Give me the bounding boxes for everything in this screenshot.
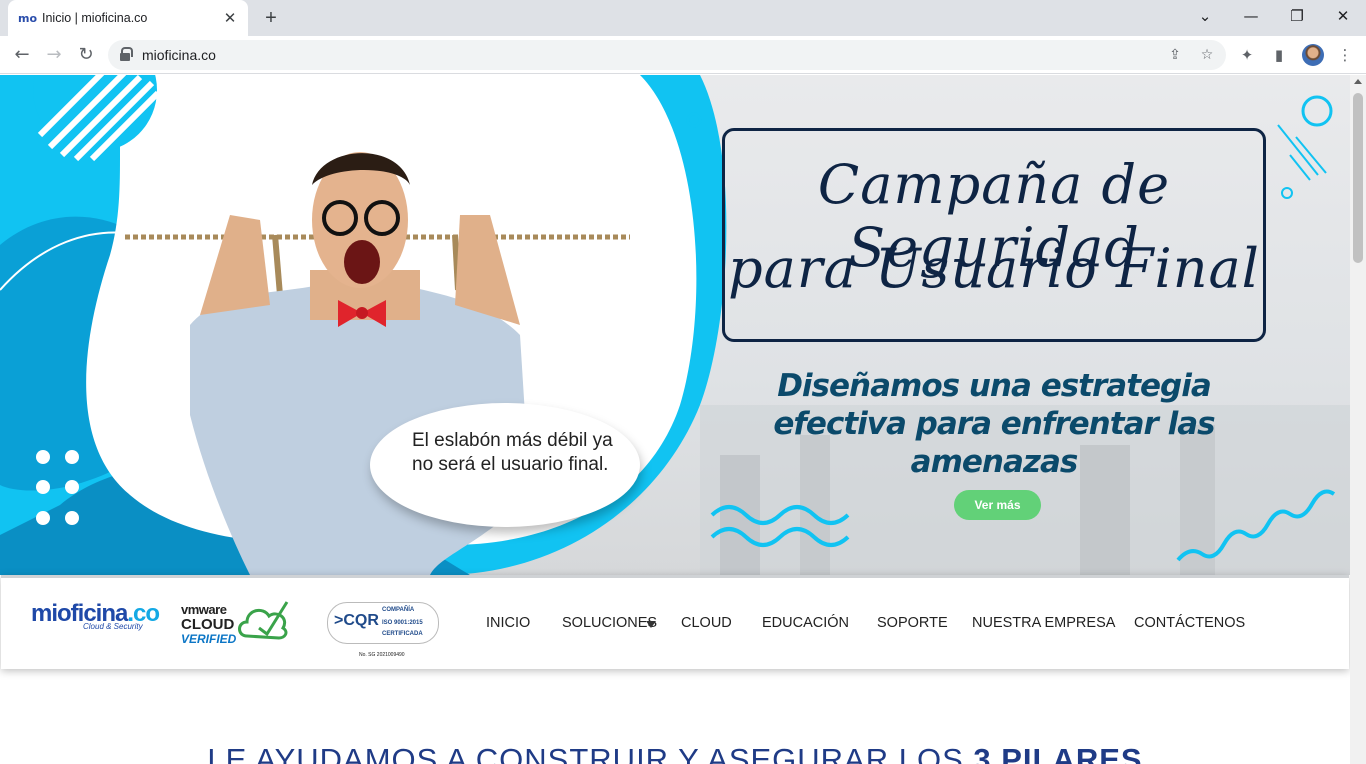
cqr-line3: CERTIFICADA xyxy=(382,631,423,637)
browser-toolbar: ← → ↻ mioficina.co ⇪ ☆ ✦ ▮ ⋮ xyxy=(0,36,1366,74)
nav-item-cloud[interactable]: CLOUD xyxy=(681,615,732,631)
vmware-verified-text: VERIFIED xyxy=(181,632,237,646)
campaign-title-box: Campaña de Seguridad para Usuario Final xyxy=(722,128,1266,342)
nav-item-soluciones[interactable]: SOLUCIONES xyxy=(562,615,657,631)
cqr-logo-text: >CQR xyxy=(334,612,379,629)
minimize-button[interactable]: — xyxy=(1228,0,1274,32)
restore-button[interactable]: ❐ xyxy=(1274,0,1320,32)
ver-mas-button[interactable]: Ver más xyxy=(954,490,1041,520)
cqr-iso-badge: >CQR COMPAÑÍA ISO 9001:2015 CERTIFICADA xyxy=(327,602,439,644)
browser-tab[interactable]: mo Inicio | mioficina.co ✕ xyxy=(8,0,248,36)
tab-close-icon[interactable]: ✕ xyxy=(222,9,238,27)
section-title: LE AYUDAMOS A CONSTRUIR Y ASEGURAR LOS 3… xyxy=(0,742,1350,764)
page-scrollbar[interactable] xyxy=(1350,75,1366,764)
bookmark-star-icon[interactable]: ☆ xyxy=(1196,44,1218,66)
close-window-button[interactable]: ✕ xyxy=(1320,0,1366,32)
lock-icon[interactable] xyxy=(120,47,133,61)
nav-item-contactenos[interactable]: CONTÁCTENOS xyxy=(1134,615,1245,631)
browser-tab-strip: mo Inicio | mioficina.co ✕ + ⌄ — ❐ ✕ xyxy=(0,0,1366,36)
tab-title: Inicio | mioficina.co xyxy=(42,11,148,25)
logo-tagline: Cloud & Security xyxy=(83,622,143,631)
cqr-line1: COMPAÑÍA xyxy=(382,607,415,613)
section-title-bold: 3 PILARES xyxy=(973,742,1143,764)
hero-subtitle: Diseñamos una estrategia efectiva para e… xyxy=(773,368,1215,480)
site-navbar: mioficina.co Cloud & Security vmware CLO… xyxy=(1,575,1349,669)
nav-item-soporte[interactable]: SOPORTE xyxy=(877,615,948,631)
vmware-brand-text: vmware xyxy=(181,602,227,617)
nav-item-nuestra-empresa[interactable]: NUESTRA EMPRESA xyxy=(972,615,1115,631)
vmware-cloud-verified-badge: vmware CLOUD VERIFIED xyxy=(181,602,236,646)
section-title-plain: LE AYUDAMOS A CONSTRUIR Y ASEGURAR LOS xyxy=(207,742,974,764)
tab-search-icon[interactable]: ⌄ xyxy=(1182,0,1228,32)
chevron-down-icon[interactable] xyxy=(646,621,656,628)
extensions-icon[interactable]: ✦ xyxy=(1236,44,1258,66)
campaign-title-line2: para Usuario Final xyxy=(728,237,1260,300)
speech-bubble-text: El eslabón más débil ya no será el usuar… xyxy=(412,430,613,475)
hero-banner: Campaña de Seguridad para Usuario Final … xyxy=(0,75,1350,575)
cqr-line2: ISO 9001:2015 xyxy=(382,620,423,626)
browser-menu-icon[interactable]: ⋮ xyxy=(1334,44,1356,66)
address-bar[interactable]: mioficina.co ⇪ ☆ xyxy=(108,40,1226,70)
side-panel-icon[interactable]: ▮ xyxy=(1268,44,1290,66)
cloud-icon xyxy=(238,601,289,640)
nav-item-inicio[interactable]: INICIO xyxy=(486,615,530,631)
page-viewport: Campaña de Seguridad para Usuario Final … xyxy=(0,75,1350,764)
back-button[interactable]: ← xyxy=(8,41,36,69)
url-text[interactable]: mioficina.co xyxy=(142,47,216,63)
vmware-cloud-text: CLOUD xyxy=(181,616,235,633)
scroll-up-icon[interactable] xyxy=(1354,79,1362,84)
reload-button[interactable]: ↻ xyxy=(72,41,100,69)
scrollbar-thumb[interactable] xyxy=(1353,93,1363,263)
forward-button[interactable]: → xyxy=(40,41,68,69)
site-favicon-icon: mo xyxy=(18,11,38,25)
new-tab-button[interactable]: + xyxy=(258,5,284,31)
share-icon[interactable]: ⇪ xyxy=(1164,44,1186,66)
nav-item-educacion[interactable]: EDUCACIÓN xyxy=(762,615,849,631)
speech-bubble: El eslabón más débil ya no será el usuar… xyxy=(370,403,640,527)
cqr-certificate-number: No. SG 2021009490 xyxy=(359,652,405,658)
profile-avatar[interactable] xyxy=(1302,44,1324,66)
